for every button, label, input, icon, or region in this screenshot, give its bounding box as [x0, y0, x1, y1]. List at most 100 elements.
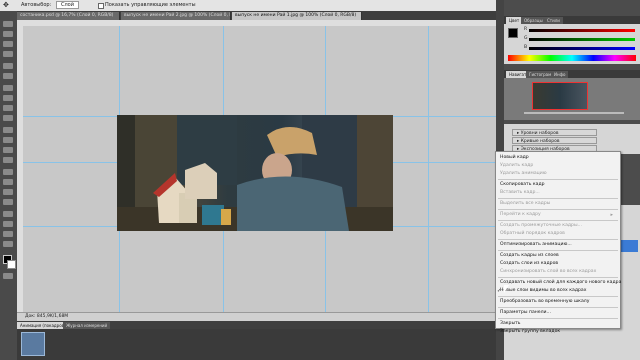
doc-tab-3[interactable]: выпуск не имени Рай 1.jpg @ 100% (Слой 0… — [232, 12, 362, 20]
doc-tab-1[interactable]: состаника.psd @ 16,7% (Слой 0, RGB/8) — [17, 12, 120, 20]
doc-size-text: Док: 845,9K/1,68M — [25, 314, 69, 319]
menu-item[interactable]: Преобразовать во временную шкалу — [500, 298, 616, 306]
shape-icon[interactable] — [3, 199, 13, 205]
menu-item[interactable]: Обратный порядок кадров — [500, 230, 616, 238]
mouse-cursor-icon — [504, 285, 509, 293]
menu-item-label: Обратный порядок кадров — [500, 231, 565, 236]
document-image[interactable] — [117, 115, 393, 231]
show-controls-label: Показать управляющие элементы — [105, 2, 196, 8]
guide-vertical[interactable] — [428, 26, 429, 312]
quick-mask-icon[interactable] — [3, 273, 13, 279]
menu-item[interactable]: Скопировать кадр — [500, 181, 616, 189]
menu-separator — [498, 209, 618, 210]
pen-icon[interactable] — [3, 169, 13, 175]
menu-item[interactable]: Параметры панели... — [500, 309, 616, 317]
r-slider[interactable] — [529, 29, 635, 32]
tab-swatches[interactable]: Образцы — [521, 17, 546, 24]
tab-color[interactable]: Цвет — [506, 17, 523, 24]
menu-item-label: Преобразовать во временную шкалу — [500, 299, 590, 304]
channel-r-label: R — [524, 27, 528, 32]
menu-item-label: Параметры панели... — [500, 310, 551, 315]
document-tabs: состаника.psd @ 16,7% (Слой 0, RGB/8) вы… — [17, 11, 496, 20]
menu-item[interactable]: ✓ Новые слои видимы во всех кадрах — [497, 287, 616, 295]
menu-separator — [498, 239, 618, 240]
animation-panel — [17, 329, 496, 360]
healing-icon[interactable] — [3, 85, 13, 91]
preset-label: Кривые наборов — [520, 139, 560, 144]
menu-separator — [498, 179, 618, 180]
background-color-swatch[interactable] — [7, 260, 16, 269]
animation-tabs: Анимация (покадровая) Журнал измерений — [17, 321, 496, 329]
type-icon[interactable] — [3, 179, 13, 185]
history-brush-icon[interactable] — [3, 115, 13, 121]
crop-icon[interactable] — [3, 63, 13, 69]
photo-content — [117, 115, 393, 231]
zoom-icon[interactable] — [3, 241, 13, 247]
menu-item[interactable]: Создавать новый слой для каждого нового … — [500, 279, 621, 287]
menu-separator — [498, 220, 618, 221]
tab-measurement-log[interactable]: Журнал измерений — [63, 322, 111, 329]
menu-item[interactable]: Создать кадры из слоев — [500, 252, 616, 260]
menu-item-label: Удалить кадр — [500, 163, 534, 168]
navigator-panel-tabs: Навигатор Гистограмма Инфо — [504, 70, 640, 78]
eyedropper-icon[interactable] — [3, 73, 13, 79]
blur-icon[interactable] — [3, 147, 13, 153]
animation-panel-menu: Новый кадр Удалить кадр Удалить анимацию Ск… — [495, 151, 621, 334]
menu-item[interactable]: Перейти к кадру ▸ — [500, 211, 616, 219]
doc-tab-2[interactable]: выпуск не имени Рай 2.jpg @ 100% (Слой 0… — [121, 12, 231, 20]
menu-item[interactable]: Синхронизировать слой во всех кадрах — [500, 268, 616, 276]
submenu-arrow-icon: ▸ — [610, 212, 613, 218]
menu-item[interactable]: Выделить все кадры — [500, 200, 616, 208]
preset-curves[interactable]: ▸ Кривые наборов — [512, 137, 597, 144]
3d-camera-icon[interactable] — [3, 221, 13, 227]
menu-item[interactable]: Удалить кадр — [500, 162, 616, 170]
marquee-icon[interactable] — [3, 31, 13, 37]
menu-item[interactable]: Удалить анимацию — [500, 170, 616, 178]
quick-select-icon[interactable] — [3, 51, 13, 57]
navigator-thumbnail[interactable] — [532, 82, 588, 110]
move-tool-icon[interactable]: ✥ — [3, 1, 9, 9]
brush-icon[interactable] — [3, 95, 13, 101]
menu-item-label: Удалить анимацию — [500, 171, 547, 176]
menu-item[interactable]: Закрыть группу вкладок — [500, 328, 616, 336]
fg-color-chip[interactable] — [508, 28, 518, 38]
menu-item-label: Создавать новый слой для каждого нового … — [500, 280, 622, 285]
menu-separator — [498, 307, 618, 308]
spectrum-bar[interactable] — [508, 55, 636, 61]
move-icon[interactable] — [3, 21, 13, 27]
zoom-slider[interactable] — [524, 112, 624, 114]
tab-info[interactable]: Инфо — [551, 71, 569, 78]
menu-item[interactable]: Закрыть — [500, 320, 616, 328]
menu-item[interactable]: Оптимизировать анимацию... — [500, 241, 616, 249]
layer-select[interactable]: Слой — [56, 1, 79, 9]
menu-item-label: Закрыть группу вкладок — [500, 329, 561, 334]
b-slider[interactable] — [529, 47, 635, 50]
preset-levels[interactable]: ▸ Уровни наборов — [512, 129, 597, 136]
gradient-icon[interactable] — [3, 137, 13, 143]
3d-rotate-icon[interactable] — [3, 211, 13, 217]
g-slider[interactable] — [529, 38, 635, 41]
tab-styles[interactable]: Стили — [544, 17, 563, 24]
menu-item-label: Создать кадры из слоев — [500, 253, 559, 258]
menu-item[interactable]: Вставить кадр... — [500, 189, 616, 197]
path-select-icon[interactable] — [3, 189, 13, 195]
menu-item[interactable]: Создать промежуточные кадры... — [500, 222, 616, 230]
menu-item-label: Новые слои видимы во всех кадрах — [500, 288, 587, 293]
menu-separator — [498, 296, 618, 297]
eraser-icon[interactable] — [3, 127, 13, 133]
lasso-icon[interactable] — [3, 41, 13, 47]
menu-separator — [498, 277, 618, 278]
menu-item-label: Скопировать кадр — [500, 182, 545, 187]
auto-select-label: Автовыбор: — [21, 2, 52, 8]
menu-item-label: Выделить все кадры — [500, 201, 551, 206]
menu-item[interactable]: Новый кадр — [500, 154, 616, 162]
dodge-icon[interactable] — [3, 157, 13, 163]
animation-frame[interactable] — [21, 332, 45, 356]
stamp-icon[interactable] — [3, 105, 13, 111]
hand-icon[interactable] — [3, 231, 13, 237]
menu-item-label: Создать промежуточные кадры... — [500, 223, 582, 228]
show-controls-checkbox[interactable] — [98, 3, 104, 9]
color-panel-tabs: Цвет Образцы Стили — [504, 16, 640, 24]
menu-item[interactable]: Создать слои из кадров — [500, 260, 616, 268]
menu-item-label: Закрыть — [500, 321, 521, 326]
